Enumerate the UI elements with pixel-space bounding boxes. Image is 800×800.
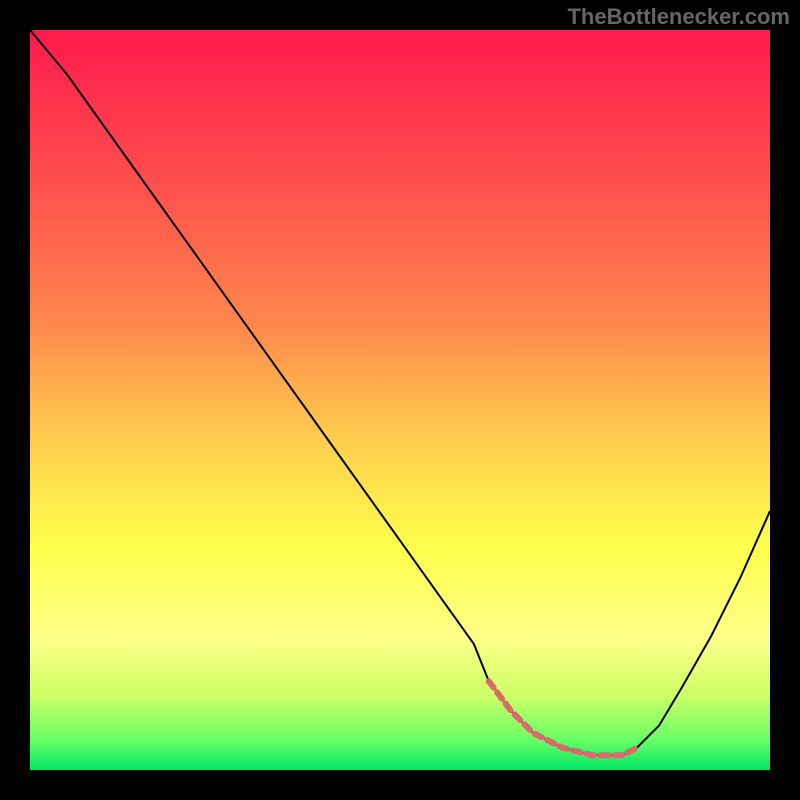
sweet-spot-highlight: [489, 681, 637, 755]
bottleneck-curve: [30, 30, 770, 755]
chart-area: [30, 30, 770, 770]
chart-svg: [30, 30, 770, 770]
watermark-text: TheBottlenecker.com: [567, 4, 790, 30]
